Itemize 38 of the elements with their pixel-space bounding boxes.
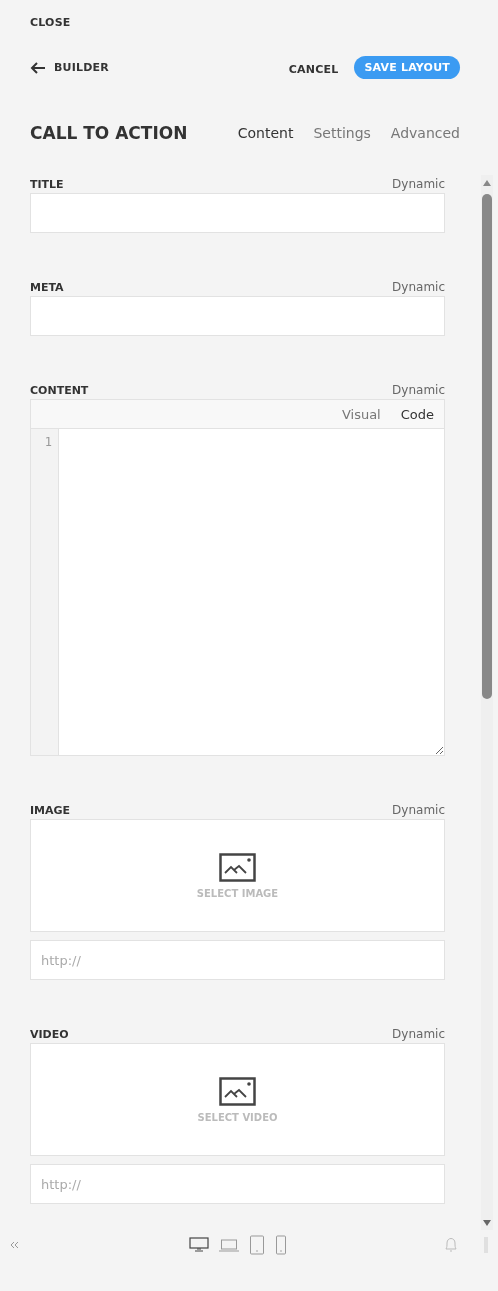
image-icon [219, 1076, 256, 1106]
text-input[interactable] [30, 296, 445, 336]
editor-mode-tab[interactable]: Code [400, 406, 434, 422]
dynamic-link[interactable]: Dynamic [392, 177, 445, 191]
arrow-left-icon [30, 61, 46, 74]
dynamic-link[interactable]: Dynamic [392, 803, 445, 817]
url-input[interactable]: http:// [30, 1164, 445, 1204]
bell-icon[interactable] [444, 1236, 458, 1253]
panel-title: CALL TO ACTION [30, 122, 189, 143]
tablet-icon[interactable] [249, 1234, 265, 1255]
field-label: TITLE [30, 177, 64, 191]
line-number: 1 [43, 435, 52, 449]
dynamic-link[interactable]: Dynamic [392, 383, 445, 397]
tab[interactable]: Advanced [390, 124, 460, 141]
editor-mode-tab[interactable]: Visual [341, 406, 381, 422]
field-label: IMAGE [30, 803, 71, 817]
scrollbar[interactable] [481, 175, 493, 1230]
field-label: CONTENT [30, 383, 89, 397]
field-label: META [30, 280, 64, 294]
url-input[interactable]: http:// [30, 940, 445, 980]
dynamic-link[interactable]: Dynamic [392, 280, 445, 294]
text-input[interactable] [30, 193, 445, 233]
desktop-icon[interactable] [189, 1237, 209, 1252]
phone-icon[interactable] [275, 1234, 287, 1255]
code-input[interactable] [59, 429, 444, 755]
field-label: VIDEO [30, 1027, 69, 1041]
tab[interactable]: Content [237, 124, 294, 141]
scroll-up-icon[interactable] [483, 180, 491, 186]
dynamic-link[interactable]: Dynamic [392, 1027, 445, 1041]
laptop-icon[interactable] [219, 1237, 239, 1252]
scroll-down-icon[interactable] [483, 1220, 491, 1226]
builder-back-link[interactable]: BUILDER [30, 61, 109, 74]
collapse-icon[interactable] [10, 1240, 19, 1249]
close-link[interactable]: CLOSE [30, 16, 71, 29]
tab[interactable]: Settings [313, 124, 371, 141]
image-icon [219, 852, 256, 882]
cancel-button[interactable]: CANCEL [282, 62, 345, 77]
save-layout-button[interactable]: SAVE LAYOUT [354, 56, 460, 79]
